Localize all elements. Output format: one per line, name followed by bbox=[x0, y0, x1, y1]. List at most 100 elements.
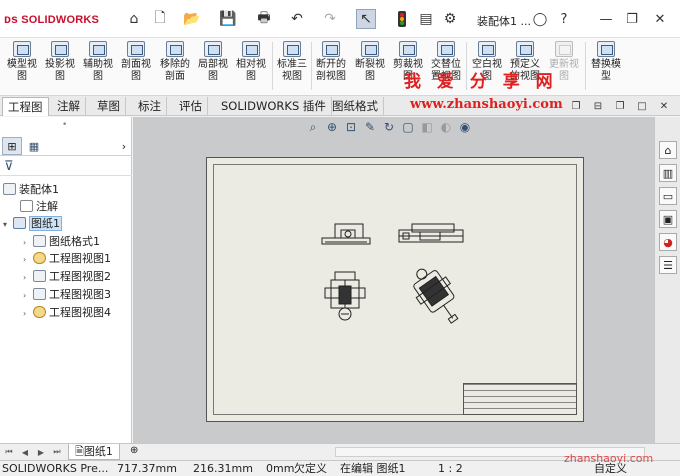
view-orientation-icon[interactable]: ▢ bbox=[400, 119, 416, 135]
tree-item-drawing-view2[interactable]: › 工程图视图2 bbox=[23, 268, 111, 285]
tree-item-drawing-view1[interactable]: › 工程图视图1 bbox=[23, 250, 111, 267]
close-doc-icon[interactable]: ✕ bbox=[654, 96, 674, 116]
tree-item-sheet1[interactable]: ▾ 图纸1 bbox=[3, 215, 62, 232]
heads-up-toolbar: ⌕ ⊕ ⊡ ✎ ↻ ▢ ◧ ◐ ◉ bbox=[305, 119, 473, 137]
auxiliary-view-icon bbox=[89, 41, 107, 57]
property-manager-tab-icon[interactable]: ▦ bbox=[24, 137, 44, 155]
new-doc-icon[interactable]: 🗋 bbox=[150, 9, 170, 29]
panel-expand-icon[interactable]: › bbox=[114, 137, 134, 155]
design-library-icon[interactable]: ▥ bbox=[659, 164, 677, 182]
help-icon[interactable]: ? bbox=[554, 9, 574, 29]
sheet-tab[interactable]: 🗎图纸1 bbox=[68, 444, 120, 460]
feature-manager-panel: • ⊞ ▦ › ⊽ 装配体1 注解 ▾ 图纸1 › 图纸格式1 › 工程图视图1 › 工… bbox=[0, 117, 132, 443]
status-y-coord: 216.31mm bbox=[193, 462, 253, 475]
view-palette-icon[interactable]: ▣ bbox=[659, 210, 677, 228]
tile-icon[interactable]: ❐ bbox=[566, 96, 586, 116]
first-sheet-icon[interactable]: ⏮ bbox=[2, 445, 16, 459]
command-tabs: 工程图 注解 草图 标注 评估 SOLIDWORKS 插件 图纸格式 ❐ ⊟ ❐… bbox=[0, 96, 680, 116]
projected-view-button[interactable]: 投影视图 bbox=[42, 40, 78, 92]
minimize-button[interactable]: — bbox=[596, 9, 616, 29]
broken-out-section-icon bbox=[322, 41, 340, 57]
traffic-light-icon[interactable] bbox=[392, 9, 412, 29]
zoom-to-fit-icon[interactable]: ⌕ bbox=[305, 119, 321, 135]
section-view-button[interactable]: 剖面视图 bbox=[118, 40, 154, 92]
title-bar: ᴅs SOLIDWORKS ⌂ 🗋 📂 💾 🖶 ↶ ↷ ↖ ▤ ⚙ 装配体1 .… bbox=[0, 0, 680, 38]
close-button[interactable]: ✕ bbox=[650, 9, 670, 29]
custom-properties-icon[interactable]: ☰ bbox=[659, 256, 677, 274]
drawing-view-icon bbox=[33, 252, 46, 264]
predefined-view-icon bbox=[516, 41, 534, 57]
tab-addins[interactable]: SOLIDWORKS 插件 bbox=[216, 97, 332, 116]
tab-dimension[interactable]: 标注 bbox=[133, 97, 167, 116]
document-title: 装配体1 ... bbox=[477, 15, 531, 28]
maximize-doc-icon[interactable]: □ bbox=[632, 96, 652, 116]
prev-sheet-icon[interactable]: ◀ bbox=[18, 445, 32, 459]
drawing-view2-geometry bbox=[398, 223, 464, 243]
annotation-icon bbox=[20, 200, 33, 212]
redo-icon[interactable]: ↷ bbox=[320, 9, 340, 29]
print-icon[interactable]: 🖶 bbox=[254, 9, 274, 29]
tree-item-annotations[interactable]: 注解 bbox=[20, 198, 58, 215]
traffic-light-svg bbox=[398, 11, 406, 27]
restore-button[interactable]: ❐ bbox=[622, 9, 642, 29]
panel-grip-icon[interactable]: • bbox=[62, 120, 67, 130]
tree-root-assembly[interactable]: 装配体1 bbox=[3, 181, 59, 198]
select-arrow-icon[interactable]: ↖ bbox=[356, 9, 376, 29]
add-sheet-icon[interactable]: ⊕ bbox=[130, 445, 144, 459]
tab-sketch[interactable]: 草图 bbox=[92, 97, 126, 116]
zoom-area-icon[interactable]: ⊕ bbox=[324, 119, 340, 135]
tab-sheet-format[interactable]: 图纸格式 bbox=[327, 97, 384, 116]
save-icon[interactable]: 💾 bbox=[218, 9, 238, 29]
account-icon[interactable]: ◯ bbox=[530, 9, 550, 29]
model-view-button[interactable]: 模型视图 bbox=[4, 40, 40, 92]
open-icon[interactable]: 📂 bbox=[182, 9, 202, 29]
next-sheet-icon[interactable]: ▶ bbox=[34, 445, 48, 459]
model-view-icon bbox=[13, 41, 31, 57]
section-view-icon bbox=[127, 41, 145, 57]
appearances-icon[interactable]: ◕ bbox=[659, 233, 677, 251]
tree-item-drawing-view3[interactable]: › 工程图视图3 bbox=[23, 286, 111, 303]
broken-out-section-button[interactable]: 断开的剖视图 bbox=[313, 40, 349, 92]
last-sheet-icon[interactable]: ⏭ bbox=[50, 445, 64, 459]
solidworks-resources-icon[interactable]: ⌂ bbox=[659, 141, 677, 159]
hide-show-icon[interactable]: ◐ bbox=[438, 119, 454, 135]
removed-section-button[interactable]: 移除的剖面 bbox=[157, 40, 193, 92]
replace-model-button[interactable]: 替换模型 bbox=[588, 40, 624, 92]
gear-icon[interactable]: ⚙ bbox=[440, 9, 460, 29]
file-properties-icon[interactable]: ▤ bbox=[416, 9, 436, 29]
graphics-area[interactable]: ⌕ ⊕ ⊡ ✎ ↻ ▢ ◧ ◐ ◉ bbox=[133, 117, 654, 443]
feature-tree-tab-icon[interactable]: ⊞ bbox=[2, 137, 22, 155]
zoom-selection-icon[interactable]: ⊡ bbox=[343, 119, 359, 135]
status-scale[interactable]: 1 : 2 bbox=[438, 461, 463, 476]
standard-3-view-icon bbox=[283, 41, 301, 57]
filter-icon[interactable]: ⊽ bbox=[4, 159, 14, 174]
update-view-icon bbox=[555, 41, 573, 57]
detail-view-button[interactable]: 局部视图 bbox=[195, 40, 231, 92]
rotate-icon[interactable]: ↻ bbox=[381, 119, 397, 135]
break-view-button[interactable]: 断裂视图 bbox=[352, 40, 388, 92]
sheet-format-icon bbox=[33, 235, 46, 247]
file-explorer-icon[interactable]: ▭ bbox=[659, 187, 677, 205]
projected-view-icon bbox=[33, 288, 46, 300]
tree-item-sheet-format1[interactable]: › 图纸格式1 bbox=[23, 233, 100, 250]
auxiliary-view-button[interactable]: 辅助视图 bbox=[80, 40, 116, 92]
drawing-sheet[interactable] bbox=[206, 157, 584, 422]
collapse-icon[interactable]: ⊟ bbox=[588, 96, 608, 116]
restore-doc-icon[interactable]: ❐ bbox=[610, 96, 630, 116]
tab-annotation[interactable]: 注解 bbox=[52, 97, 86, 116]
drawing-doc-icon bbox=[3, 183, 16, 195]
home-icon[interactable]: ⌂ bbox=[124, 9, 144, 29]
status-editing: 在编辑 图纸1 bbox=[340, 462, 406, 475]
tab-evaluate[interactable]: 评估 bbox=[174, 97, 208, 116]
detail-view-icon bbox=[204, 41, 222, 57]
relative-view-button[interactable]: 相对视图 bbox=[233, 40, 269, 92]
tab-drawing[interactable]: 工程图 bbox=[2, 97, 49, 116]
display-style-icon[interactable]: ◧ bbox=[419, 119, 435, 135]
appearance-icon[interactable]: ◉ bbox=[457, 119, 473, 135]
undo-icon[interactable]: ↶ bbox=[287, 9, 307, 29]
ribbon-separator bbox=[272, 42, 273, 90]
pan-icon[interactable]: ✎ bbox=[362, 119, 378, 135]
tree-item-drawing-view4[interactable]: › 工程图视图4 bbox=[23, 304, 111, 321]
replace-model-icon bbox=[597, 41, 615, 57]
standard-3-view-button[interactable]: 标准三视图 bbox=[274, 40, 310, 92]
